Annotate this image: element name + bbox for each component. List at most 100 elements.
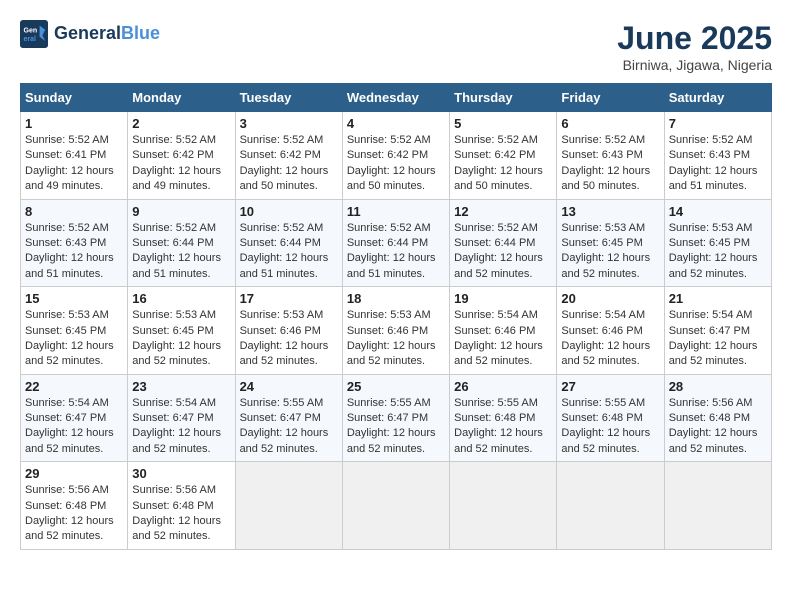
day-number: 24 [240, 379, 338, 394]
calendar-cell [342, 462, 449, 550]
logo-icon: Gen eral [20, 20, 48, 48]
day-detail: Sunrise: 5:52 AM Sunset: 6:44 PM Dayligh… [347, 221, 445, 283]
title-area: June 2025 Birniwa, Jigawa, Nigeria [617, 20, 772, 73]
calendar-cell: 27 Sunrise: 5:55 AM Sunset: 6:48 PM Dayl… [557, 374, 664, 462]
day-detail: Sunrise: 5:54 AM Sunset: 6:47 PM Dayligh… [669, 308, 767, 370]
day-detail: Sunrise: 5:52 AM Sunset: 6:43 PM Dayligh… [669, 133, 767, 195]
calendar-cell: 16 Sunrise: 5:53 AM Sunset: 6:45 PM Dayl… [128, 287, 235, 375]
calendar-body: 1 Sunrise: 5:52 AM Sunset: 6:41 PM Dayli… [21, 112, 772, 550]
calendar-cell: 19 Sunrise: 5:54 AM Sunset: 6:46 PM Dayl… [450, 287, 557, 375]
day-detail: Sunrise: 5:54 AM Sunset: 6:46 PM Dayligh… [454, 308, 552, 370]
day-detail: Sunrise: 5:53 AM Sunset: 6:45 PM Dayligh… [132, 308, 230, 370]
calendar-cell [664, 462, 771, 550]
calendar-cell: 10 Sunrise: 5:52 AM Sunset: 6:44 PM Dayl… [235, 199, 342, 287]
day-number: 22 [25, 379, 123, 394]
calendar-week-4: 29 Sunrise: 5:56 AM Sunset: 6:48 PM Dayl… [21, 462, 772, 550]
calendar-week-2: 15 Sunrise: 5:53 AM Sunset: 6:45 PM Dayl… [21, 287, 772, 375]
calendar-cell: 8 Sunrise: 5:52 AM Sunset: 6:43 PM Dayli… [21, 199, 128, 287]
day-detail: Sunrise: 5:52 AM Sunset: 6:44 PM Dayligh… [240, 221, 338, 283]
calendar-cell: 22 Sunrise: 5:54 AM Sunset: 6:47 PM Dayl… [21, 374, 128, 462]
day-detail: Sunrise: 5:54 AM Sunset: 6:47 PM Dayligh… [132, 396, 230, 458]
calendar-cell: 5 Sunrise: 5:52 AM Sunset: 6:42 PM Dayli… [450, 112, 557, 200]
calendar-cell: 20 Sunrise: 5:54 AM Sunset: 6:46 PM Dayl… [557, 287, 664, 375]
day-detail: Sunrise: 5:56 AM Sunset: 6:48 PM Dayligh… [25, 483, 123, 545]
day-number: 2 [132, 116, 230, 131]
calendar-cell: 24 Sunrise: 5:55 AM Sunset: 6:47 PM Dayl… [235, 374, 342, 462]
calendar-cell: 7 Sunrise: 5:52 AM Sunset: 6:43 PM Dayli… [664, 112, 771, 200]
weekday-header-thursday: Thursday [450, 84, 557, 112]
calendar-cell: 6 Sunrise: 5:52 AM Sunset: 6:43 PM Dayli… [557, 112, 664, 200]
weekday-header-saturday: Saturday [664, 84, 771, 112]
day-detail: Sunrise: 5:52 AM Sunset: 6:42 PM Dayligh… [240, 133, 338, 195]
day-detail: Sunrise: 5:52 AM Sunset: 6:44 PM Dayligh… [132, 221, 230, 283]
day-number: 26 [454, 379, 552, 394]
day-number: 7 [669, 116, 767, 131]
weekday-header-sunday: Sunday [21, 84, 128, 112]
day-number: 21 [669, 291, 767, 306]
weekday-header-wednesday: Wednesday [342, 84, 449, 112]
day-detail: Sunrise: 5:55 AM Sunset: 6:48 PM Dayligh… [561, 396, 659, 458]
day-detail: Sunrise: 5:52 AM Sunset: 6:42 PM Dayligh… [347, 133, 445, 195]
calendar-cell: 14 Sunrise: 5:53 AM Sunset: 6:45 PM Dayl… [664, 199, 771, 287]
day-detail: Sunrise: 5:54 AM Sunset: 6:46 PM Dayligh… [561, 308, 659, 370]
day-detail: Sunrise: 5:52 AM Sunset: 6:41 PM Dayligh… [25, 133, 123, 195]
day-number: 20 [561, 291, 659, 306]
calendar-cell: 25 Sunrise: 5:55 AM Sunset: 6:47 PM Dayl… [342, 374, 449, 462]
day-number: 9 [132, 204, 230, 219]
calendar-cell: 9 Sunrise: 5:52 AM Sunset: 6:44 PM Dayli… [128, 199, 235, 287]
calendar-cell: 26 Sunrise: 5:55 AM Sunset: 6:48 PM Dayl… [450, 374, 557, 462]
calendar-cell: 21 Sunrise: 5:54 AM Sunset: 6:47 PM Dayl… [664, 287, 771, 375]
day-number: 13 [561, 204, 659, 219]
day-number: 17 [240, 291, 338, 306]
day-detail: Sunrise: 5:56 AM Sunset: 6:48 PM Dayligh… [132, 483, 230, 545]
calendar-cell: 11 Sunrise: 5:52 AM Sunset: 6:44 PM Dayl… [342, 199, 449, 287]
calendar-cell: 30 Sunrise: 5:56 AM Sunset: 6:48 PM Dayl… [128, 462, 235, 550]
day-number: 23 [132, 379, 230, 394]
calendar-cell: 18 Sunrise: 5:53 AM Sunset: 6:46 PM Dayl… [342, 287, 449, 375]
day-number: 1 [25, 116, 123, 131]
day-detail: Sunrise: 5:53 AM Sunset: 6:45 PM Dayligh… [25, 308, 123, 370]
day-number: 4 [347, 116, 445, 131]
day-number: 28 [669, 379, 767, 394]
calendar-cell: 4 Sunrise: 5:52 AM Sunset: 6:42 PM Dayli… [342, 112, 449, 200]
day-number: 30 [132, 466, 230, 481]
day-detail: Sunrise: 5:52 AM Sunset: 6:43 PM Dayligh… [25, 221, 123, 283]
calendar-cell: 12 Sunrise: 5:52 AM Sunset: 6:44 PM Dayl… [450, 199, 557, 287]
day-number: 8 [25, 204, 123, 219]
day-number: 12 [454, 204, 552, 219]
day-number: 15 [25, 291, 123, 306]
day-number: 10 [240, 204, 338, 219]
location-title: Birniwa, Jigawa, Nigeria [617, 57, 772, 73]
day-detail: Sunrise: 5:53 AM Sunset: 6:46 PM Dayligh… [347, 308, 445, 370]
page-header: Gen eral GeneralBlue June 2025 Birniwa, … [20, 20, 772, 73]
day-detail: Sunrise: 5:53 AM Sunset: 6:45 PM Dayligh… [561, 221, 659, 283]
day-number: 27 [561, 379, 659, 394]
day-detail: Sunrise: 5:55 AM Sunset: 6:48 PM Dayligh… [454, 396, 552, 458]
day-number: 19 [454, 291, 552, 306]
svg-text:Gen: Gen [24, 28, 38, 35]
calendar-cell [235, 462, 342, 550]
calendar-table: SundayMondayTuesdayWednesdayThursdayFrid… [20, 83, 772, 550]
day-detail: Sunrise: 5:52 AM Sunset: 6:42 PM Dayligh… [454, 133, 552, 195]
day-number: 14 [669, 204, 767, 219]
day-number: 11 [347, 204, 445, 219]
logo: Gen eral GeneralBlue [20, 20, 160, 48]
calendar-cell: 17 Sunrise: 5:53 AM Sunset: 6:46 PM Dayl… [235, 287, 342, 375]
day-number: 6 [561, 116, 659, 131]
day-detail: Sunrise: 5:52 AM Sunset: 6:43 PM Dayligh… [561, 133, 659, 195]
calendar-cell [450, 462, 557, 550]
calendar-cell: 28 Sunrise: 5:56 AM Sunset: 6:48 PM Dayl… [664, 374, 771, 462]
month-title: June 2025 [617, 20, 772, 57]
day-number: 29 [25, 466, 123, 481]
calendar-cell: 15 Sunrise: 5:53 AM Sunset: 6:45 PM Dayl… [21, 287, 128, 375]
weekday-header-row: SundayMondayTuesdayWednesdayThursdayFrid… [21, 84, 772, 112]
day-detail: Sunrise: 5:53 AM Sunset: 6:45 PM Dayligh… [669, 221, 767, 283]
day-detail: Sunrise: 5:53 AM Sunset: 6:46 PM Dayligh… [240, 308, 338, 370]
day-detail: Sunrise: 5:56 AM Sunset: 6:48 PM Dayligh… [669, 396, 767, 458]
calendar-cell: 29 Sunrise: 5:56 AM Sunset: 6:48 PM Dayl… [21, 462, 128, 550]
calendar-cell [557, 462, 664, 550]
svg-text:eral: eral [24, 36, 37, 43]
day-number: 18 [347, 291, 445, 306]
calendar-week-1: 8 Sunrise: 5:52 AM Sunset: 6:43 PM Dayli… [21, 199, 772, 287]
calendar-cell: 1 Sunrise: 5:52 AM Sunset: 6:41 PM Dayli… [21, 112, 128, 200]
